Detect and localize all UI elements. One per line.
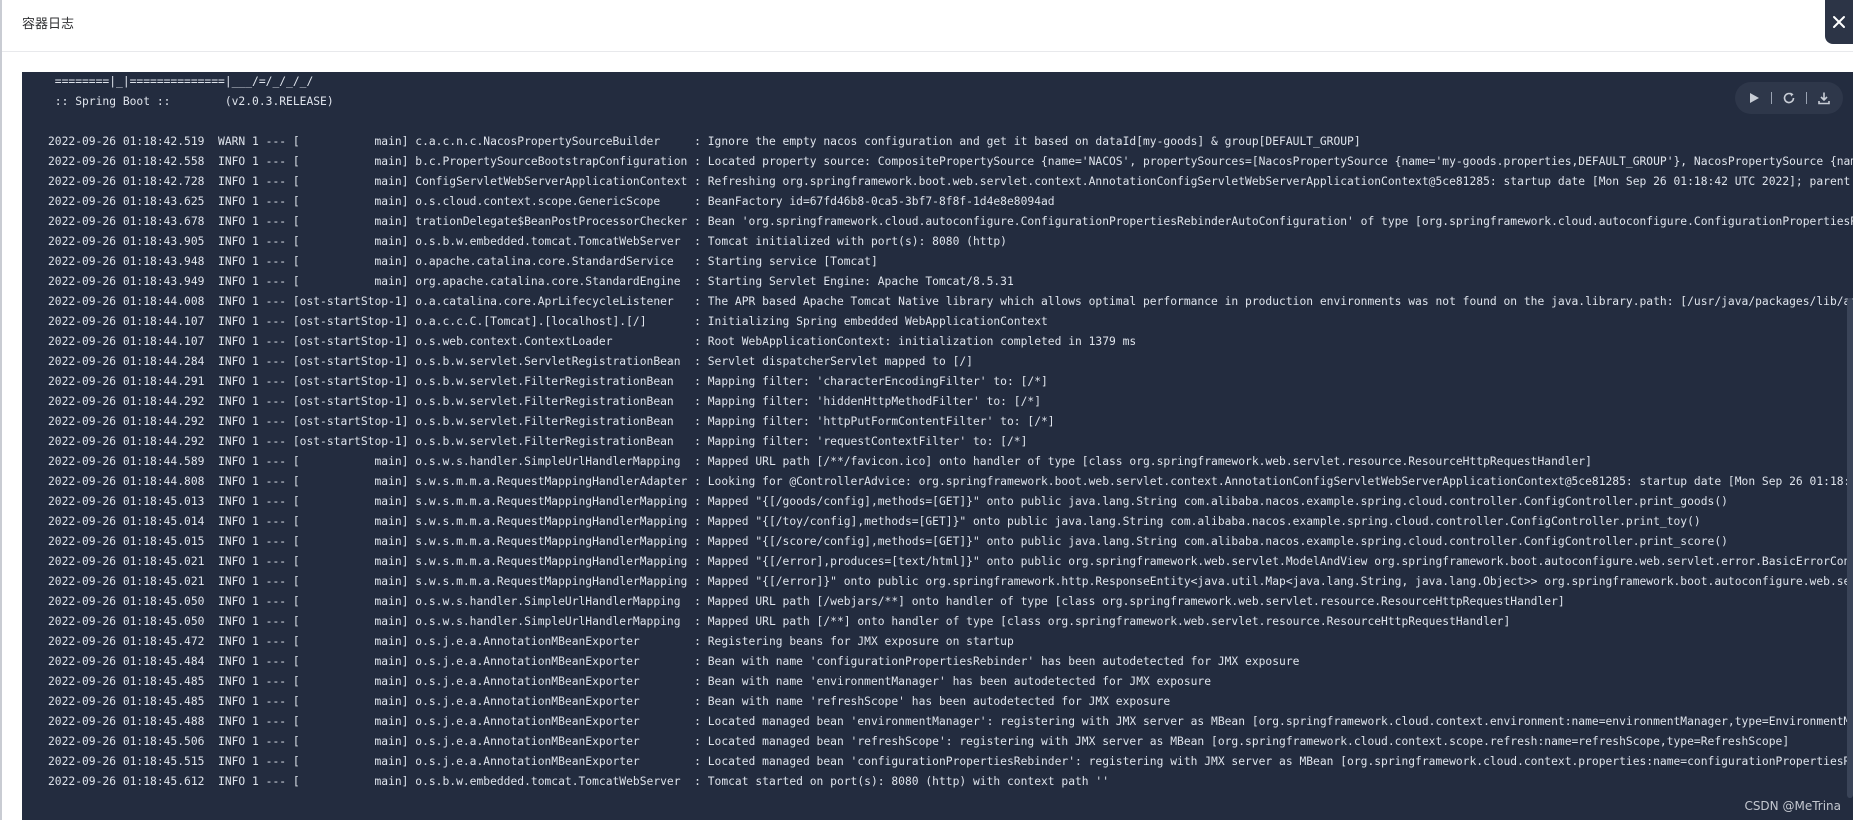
log-line: 2022-09-26 01:18:44.284 INFO 1 --- [ost-… (48, 355, 973, 368)
log-line: 2022-09-26 01:18:43.948 INFO 1 --- [ mai… (48, 255, 878, 268)
toolbar-divider (1806, 92, 1807, 104)
log-line: 2022-09-26 01:18:44.107 INFO 1 --- [ost-… (48, 315, 1048, 328)
log-line: 2022-09-26 01:18:44.008 INFO 1 --- [ost-… (48, 295, 1853, 308)
log-line: 2022-09-26 01:18:45.485 INFO 1 --- [ mai… (48, 695, 1171, 708)
log-line: 2022-09-26 01:18:44.292 INFO 1 --- [ost-… (48, 395, 1041, 408)
download-button[interactable] (1813, 87, 1835, 109)
log-line: 2022-09-26 01:18:45.050 INFO 1 --- [ mai… (48, 595, 1565, 608)
log-line: 2022-09-26 01:18:44.808 INFO 1 --- [ mai… (48, 475, 1853, 488)
log-line: 2022-09-26 01:18:42.558 INFO 1 --- [ mai… (48, 155, 1853, 168)
log-line: 2022-09-26 01:18:45.506 INFO 1 --- [ mai… (48, 735, 1790, 748)
log-line: 2022-09-26 01:18:44.291 INFO 1 --- [ost-… (48, 375, 1048, 388)
log-toolbar (1735, 82, 1843, 114)
log-scrollbar[interactable] (1847, 298, 1853, 798)
log-line: 2022-09-26 01:18:43.949 INFO 1 --- [ mai… (48, 275, 1014, 288)
log-output[interactable]: ========|_|==============|___/=/_/_/_/ :… (48, 72, 1853, 792)
log-line: 2022-09-26 01:18:43.905 INFO 1 --- [ mai… (48, 235, 1007, 248)
container-log-dialog: 容器日志 ========|_|==============|___/=/_/_… (0, 0, 1853, 820)
log-line: 2022-09-26 01:18:45.515 INFO 1 --- [ mai… (48, 755, 1853, 768)
log-line: 2022-09-26 01:18:45.472 INFO 1 --- [ mai… (48, 635, 1014, 648)
dialog-header: 容器日志 (2, 0, 1853, 52)
log-line: 2022-09-26 01:18:44.107 INFO 1 --- [ost-… (48, 335, 1137, 348)
log-line: 2022-09-26 01:18:43.625 INFO 1 --- [ mai… (48, 195, 1055, 208)
log-line: 2022-09-26 01:18:45.488 INFO 1 --- [ mai… (48, 715, 1853, 728)
log-line: 2022-09-26 01:18:45.021 INFO 1 --- [ mai… (48, 555, 1853, 568)
log-line: 2022-09-26 01:18:45.015 INFO 1 --- [ mai… (48, 535, 1728, 548)
toolbar-divider (1771, 92, 1772, 104)
log-panel[interactable]: ========|_|==============|___/=/_/_/_/ :… (22, 72, 1853, 820)
log-line: 2022-09-26 01:18:44.292 INFO 1 --- [ost-… (48, 435, 1028, 448)
log-line: 2022-09-26 01:18:43.678 INFO 1 --- [ mai… (48, 215, 1853, 228)
dialog-title: 容器日志 (22, 17, 75, 32)
close-icon (1833, 16, 1845, 28)
log-line: 2022-09-26 01:18:45.050 INFO 1 --- [ mai… (48, 615, 1511, 628)
log-line: 2022-09-26 01:18:44.292 INFO 1 --- [ost-… (48, 415, 1055, 428)
log-line: 2022-09-26 01:18:42.519 WARN 1 --- [ mai… (48, 135, 1361, 148)
log-line: 2022-09-26 01:18:45.014 INFO 1 --- [ mai… (48, 515, 1701, 528)
log-line: 2022-09-26 01:18:42.728 INFO 1 --- [ mai… (48, 175, 1853, 188)
left-border (0, 0, 2, 820)
download-icon (1818, 92, 1830, 105)
log-line: 2022-09-26 01:18:44.589 INFO 1 --- [ mai… (48, 455, 1592, 468)
play-icon (1750, 93, 1759, 103)
watermark: CSDN @MeTrina (1744, 799, 1841, 813)
refresh-button[interactable] (1778, 87, 1800, 109)
log-line: 2022-09-26 01:18:45.612 INFO 1 --- [ mai… (48, 775, 1110, 788)
close-button[interactable] (1825, 0, 1853, 44)
play-button[interactable] (1743, 87, 1765, 109)
log-line: ========|_|==============|___/=/_/_/_/ (48, 75, 314, 88)
log-line: 2022-09-26 01:18:45.013 INFO 1 --- [ mai… (48, 495, 1728, 508)
log-line: :: Spring Boot :: (v2.0.3.RELEASE) (48, 95, 334, 108)
log-line: 2022-09-26 01:18:45.485 INFO 1 --- [ mai… (48, 675, 1212, 688)
log-line: 2022-09-26 01:18:45.021 INFO 1 --- [ mai… (48, 575, 1853, 588)
refresh-icon (1783, 92, 1795, 104)
log-line: 2022-09-26 01:18:45.484 INFO 1 --- [ mai… (48, 655, 1300, 668)
